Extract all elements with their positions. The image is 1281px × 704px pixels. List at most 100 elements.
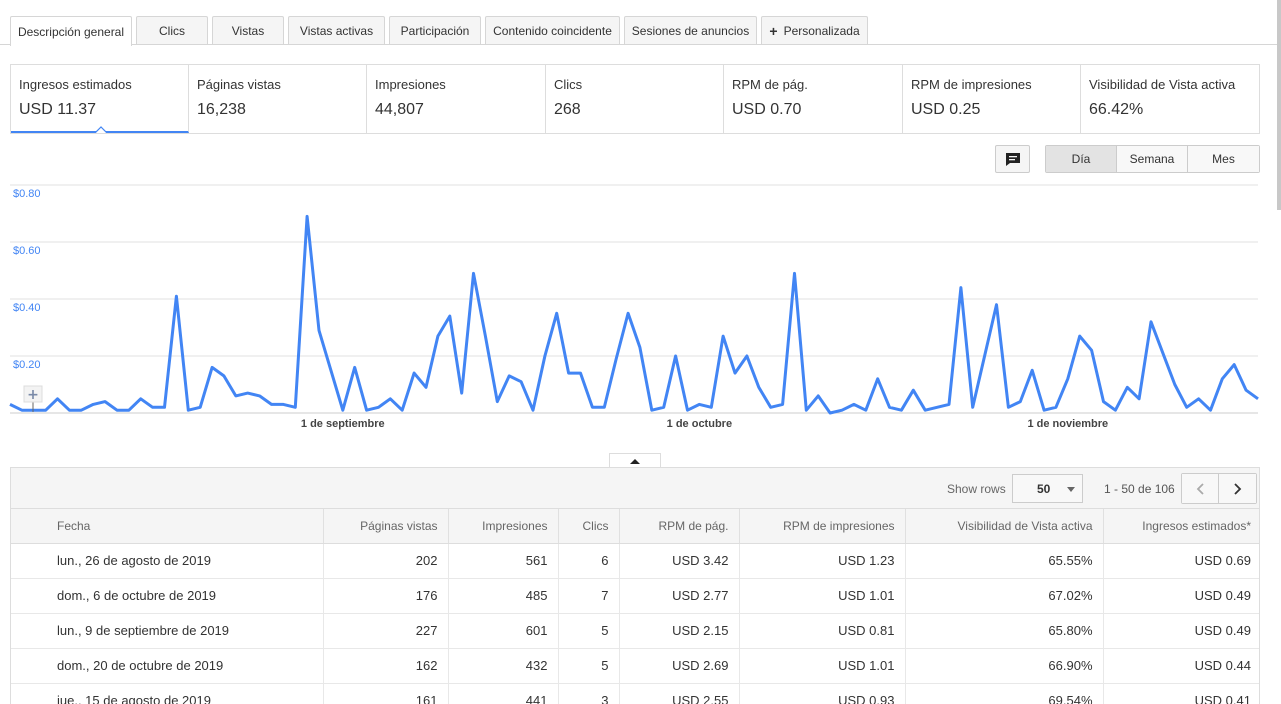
selected-caret-icon <box>95 126 107 133</box>
metric-visibilidad-vista-activa[interactable]: Visibilidad de Vista activa 66.42% <box>1081 65 1259 133</box>
metric-label: Impresiones <box>375 77 446 92</box>
cell-visibilidad: 65.55% <box>905 543 1104 579</box>
granularity-month-button[interactable]: Mes <box>1188 146 1259 172</box>
table-row: lun., 26 de agosto de 2019 202 561 6 USD… <box>11 543 1259 579</box>
tab-vistas[interactable]: Vistas <box>212 16 284 44</box>
plus-icon: + <box>769 22 778 39</box>
tab-label: Sesiones de anuncios <box>631 23 750 38</box>
cell-rpm-impresiones: USD 0.81 <box>739 613 906 649</box>
metric-paginas-vistas[interactable]: Páginas vistas 16,238 <box>189 65 367 133</box>
metric-impresiones[interactable]: Impresiones 44,807 <box>367 65 546 133</box>
tabs-divider <box>0 44 1281 45</box>
cell-paginas-vistas: 161 <box>323 683 449 704</box>
x-tick-label: 1 de octubre <box>667 418 732 430</box>
cell-clics: 3 <box>558 683 620 704</box>
table-row: jue., 15 de agosto de 2019 161 441 3 USD… <box>11 683 1259 704</box>
table-row: dom., 20 de octubre de 2019 162 432 5 US… <box>11 648 1259 684</box>
column-header-clics[interactable]: Clics <box>558 509 620 544</box>
pagination-range: 1 - 50 de 106 <box>1104 482 1175 496</box>
cell-fecha: dom., 6 de octubre de 2019 <box>11 578 324 614</box>
column-header-rpm-impresiones[interactable]: RPM de impresiones <box>739 509 906 544</box>
cell-rpm-pagina: USD 2.77 <box>619 578 740 614</box>
cell-visibilidad: 66.90% <box>905 648 1104 684</box>
tab-label: Personalizada <box>783 23 860 38</box>
metric-rpm-pagina[interactable]: RPM de pág. USD 0.70 <box>724 65 903 133</box>
metric-label: Ingresos estimados <box>19 77 132 92</box>
column-header-impresiones[interactable]: Impresiones <box>448 509 559 544</box>
tab-clics[interactable]: Clics <box>136 16 208 44</box>
cell-impresiones: 485 <box>448 578 559 614</box>
cell-ingresos: USD 0.41 <box>1103 683 1259 704</box>
zoom-plus-icon: + <box>27 387 39 403</box>
cell-impresiones: 601 <box>448 613 559 649</box>
column-header-rpm-pagina[interactable]: RPM de pág. <box>619 509 740 544</box>
metric-label: Visibilidad de Vista activa <box>1089 77 1236 92</box>
cell-clics: 7 <box>558 578 620 614</box>
cell-fecha: dom., 20 de octubre de 2019 <box>11 648 324 684</box>
column-header-ingresos[interactable]: Ingresos estimados* <box>1103 509 1259 544</box>
metric-label: Clics <box>554 77 583 92</box>
granularity-week-button[interactable]: Semana <box>1117 146 1188 172</box>
collapse-chart-toggle[interactable] <box>609 453 661 468</box>
annotations-button[interactable] <box>995 145 1030 173</box>
cell-ingresos: USD 0.69 <box>1103 543 1259 579</box>
column-header-fecha[interactable]: Fecha <box>11 509 324 544</box>
series-line <box>9 214 1259 415</box>
table-toolbar: Show rows 50 1 - 50 de 106 <box>11 468 1259 509</box>
metric-cards: Ingresos estimados USD 11.37 Páginas vis… <box>10 64 1260 134</box>
metric-label: Páginas vistas <box>197 77 281 92</box>
tab-personalizada[interactable]: + Personalizada <box>761 16 868 44</box>
metric-clics[interactable]: Clics 268 <box>546 65 724 133</box>
rows-per-page-select[interactable]: 50 <box>1012 474 1083 503</box>
previous-page-button[interactable] <box>1182 474 1219 503</box>
tab-label: Vistas activas <box>299 23 374 38</box>
cell-paginas-vistas: 176 <box>323 578 449 614</box>
next-page-button[interactable] <box>1219 474 1256 503</box>
cell-fecha: lun., 26 de agosto de 2019 <box>11 543 324 579</box>
metric-value: 268 <box>554 101 581 118</box>
cell-visibilidad: 67.02% <box>905 578 1104 614</box>
cell-clics: 6 <box>558 543 620 579</box>
column-header-visibilidad[interactable]: Visibilidad de Vista activa <box>905 509 1104 544</box>
cell-fecha: jue., 15 de agosto de 2019 <box>11 683 324 704</box>
tab-contenido-coincidente[interactable]: Contenido coincidente <box>485 16 620 44</box>
show-rows-label: Show rows <box>947 482 1006 496</box>
cell-rpm-pagina: USD 2.69 <box>619 648 740 684</box>
cell-impresiones: 432 <box>448 648 559 684</box>
metric-rpm-impresiones[interactable]: RPM de impresiones USD 0.25 <box>903 65 1081 133</box>
metric-value: 44,807 <box>375 101 424 118</box>
tab-label: Clics <box>159 23 185 38</box>
tab-descripcion-general[interactable]: Descripción general <box>10 16 132 46</box>
tab-sesiones-de-anuncios[interactable]: Sesiones de anuncios <box>624 16 757 44</box>
cell-impresiones: 441 <box>448 683 559 704</box>
table-row: lun., 9 de septiembre de 2019 227 601 5 … <box>11 613 1259 649</box>
tab-label: Participación <box>400 23 470 38</box>
metric-value: USD 11.37 <box>19 101 97 118</box>
x-tick-label: 1 de noviembre <box>1027 418 1108 430</box>
y-tick-label: $0.20 <box>13 359 41 371</box>
metric-ingresos-estimados[interactable]: Ingresos estimados USD 11.37 <box>11 65 189 133</box>
comment-icon <box>1005 152 1020 166</box>
cell-rpm-pagina: USD 2.55 <box>619 683 740 704</box>
tab-vistas-activas[interactable]: Vistas activas <box>288 16 385 44</box>
page-scrollbar[interactable] <box>1277 0 1281 210</box>
cell-clics: 5 <box>558 613 620 649</box>
granularity-day-button[interactable]: Día <box>1046 146 1117 172</box>
cell-impresiones: 561 <box>448 543 559 579</box>
cell-clics: 5 <box>558 648 620 684</box>
chevron-right-icon <box>1233 482 1241 495</box>
tab-participacion[interactable]: Participación <box>389 16 481 44</box>
cell-ingresos: USD 0.49 <box>1103 578 1259 614</box>
rows-per-page-value: 50 <box>1037 481 1051 496</box>
y-tick-label: $0.80 <box>13 188 41 200</box>
cell-paginas-vistas: 162 <box>323 648 449 684</box>
cell-rpm-impresiones: USD 1.23 <box>739 543 906 579</box>
cell-ingresos: USD 0.49 <box>1103 613 1259 649</box>
cell-fecha: lun., 9 de septiembre de 2019 <box>11 613 324 649</box>
chevron-left-icon <box>1196 482 1204 495</box>
cell-rpm-pagina: USD 2.15 <box>619 613 740 649</box>
cell-paginas-vistas: 202 <box>323 543 449 579</box>
column-header-paginas-vistas[interactable]: Páginas vistas <box>323 509 449 544</box>
cell-paginas-vistas: 227 <box>323 613 449 649</box>
metric-label: RPM de pág. <box>732 77 808 92</box>
